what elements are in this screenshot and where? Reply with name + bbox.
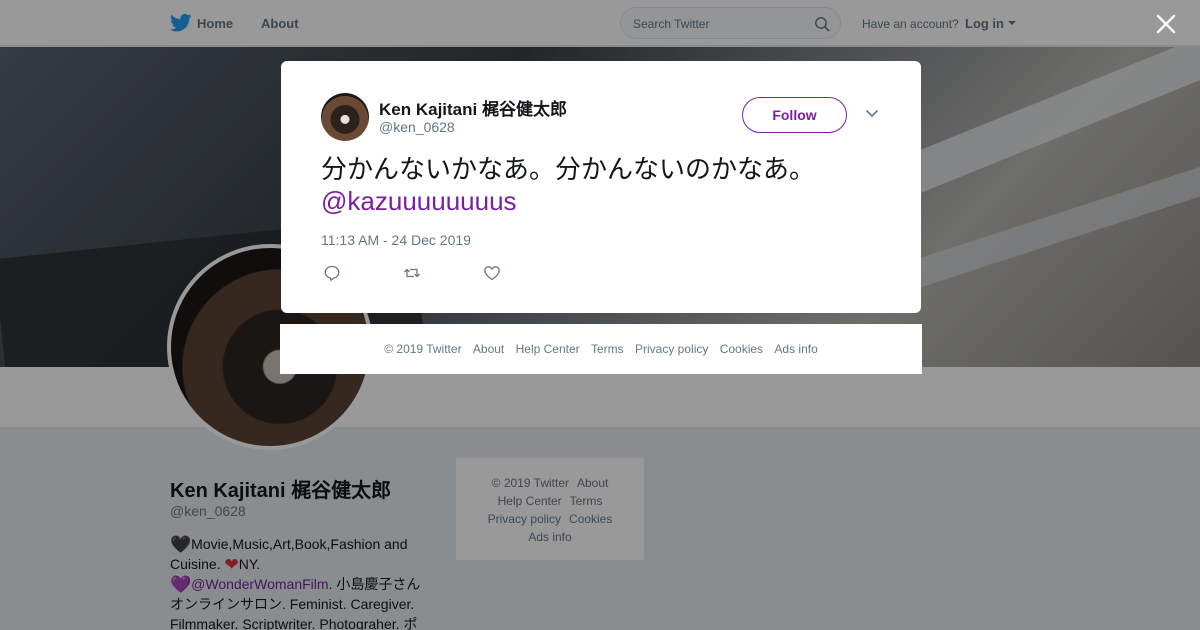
footer-copyright: © 2019 Twitter xyxy=(384,342,462,356)
tweet-permalink-modal: Ken Kajitani 梶谷健太郎 @ken_0628 Follow 分かんな… xyxy=(281,61,921,313)
tweet-author-handle[interactable]: @ken_0628 xyxy=(379,119,455,135)
close-icon[interactable] xyxy=(1155,13,1177,35)
reply-icon[interactable] xyxy=(323,264,341,282)
tweet-timestamp[interactable]: 11:13 AM - 24 Dec 2019 xyxy=(321,232,471,248)
footer-help-link[interactable]: Help Center xyxy=(516,342,580,356)
footer-ads-link[interactable]: Ads info xyxy=(774,342,817,356)
footer-privacy-link[interactable]: Privacy policy xyxy=(635,342,708,356)
chevron-down-icon[interactable] xyxy=(865,109,879,119)
modal-footer: © 2019 Twitter About Help Center Terms P… xyxy=(280,324,922,374)
tweet-mention-link[interactable]: @kazuuuuuuuus xyxy=(321,186,517,216)
tweet-author-name[interactable]: Ken Kajitani 梶谷健太郎 xyxy=(379,95,567,120)
tweet-text: 分かんないかなあ。分かんないのかなあ。 @kazuuuuuuuus xyxy=(321,153,821,217)
footer-terms-link[interactable]: Terms xyxy=(591,342,624,356)
heart-icon[interactable] xyxy=(483,264,501,282)
follow-button[interactable]: Follow xyxy=(742,97,847,133)
footer-about-link[interactable]: About xyxy=(473,342,504,356)
retweet-icon[interactable] xyxy=(403,264,421,282)
tweet-author-avatar[interactable] xyxy=(321,93,369,141)
footer-cookies-link[interactable]: Cookies xyxy=(720,342,763,356)
tweet-body: 分かんないかなあ。分かんないのかなあ。 xyxy=(321,154,816,184)
